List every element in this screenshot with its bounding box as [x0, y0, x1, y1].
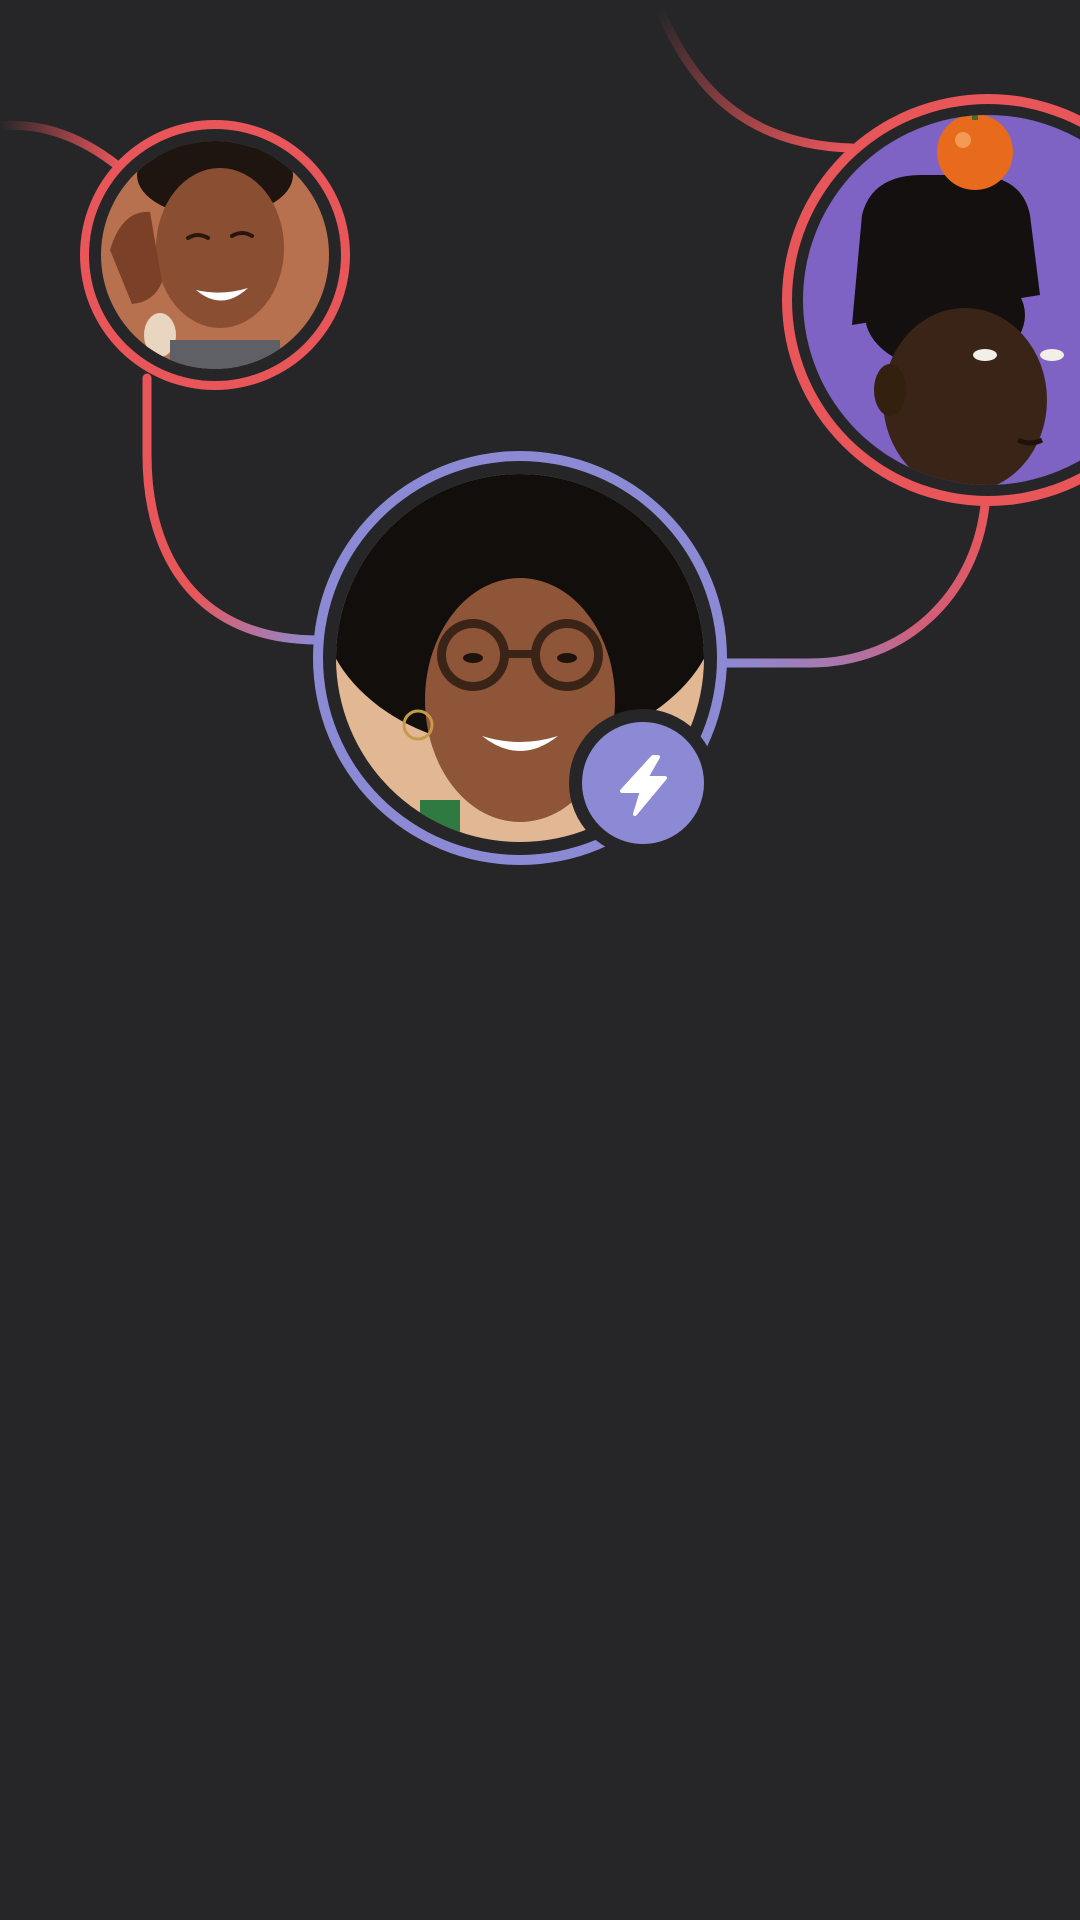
connector-line-right-down [721, 500, 990, 668]
status-badge[interactable] [569, 709, 717, 857]
canvas [0, 0, 1080, 1920]
avatar-right[interactable] [782, 94, 1080, 510]
avatar-left[interactable] [80, 120, 350, 390]
connector-line-left-down [142, 373, 323, 645]
connector-line-left-top [0, 120, 123, 171]
connection-graph [0, 5, 1080, 865]
connector-line-right-top [655, 5, 857, 153]
